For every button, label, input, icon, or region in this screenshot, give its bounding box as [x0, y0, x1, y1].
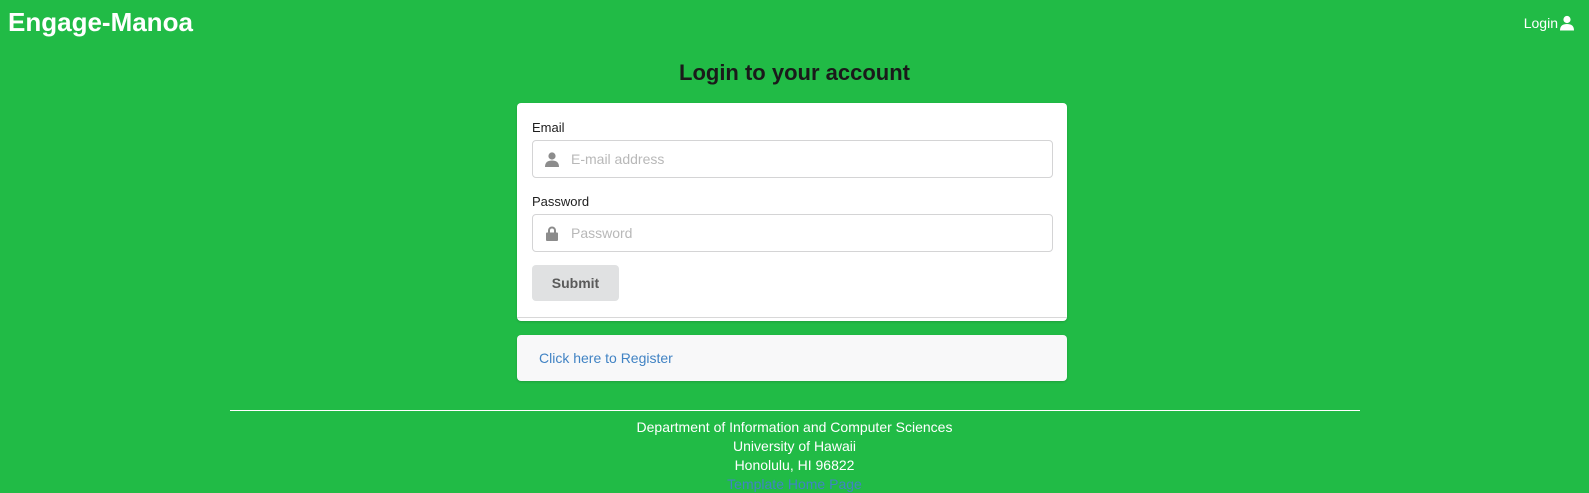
- email-input[interactable]: [571, 151, 1041, 167]
- footer-university: University of Hawaii: [733, 438, 856, 454]
- page-title: Login to your account: [679, 60, 910, 85]
- template-home-link[interactable]: Template Home Page: [0, 475, 1589, 493]
- login-form: Email Password Submit: [517, 103, 1067, 321]
- register-link[interactable]: Click here to Register: [539, 350, 673, 366]
- email-field-wrapper: [532, 140, 1053, 178]
- login-menu-item[interactable]: Login: [1524, 15, 1575, 31]
- register-message: Click here to Register: [517, 335, 1067, 381]
- user-icon: [1560, 15, 1574, 31]
- password-field-wrapper: [532, 214, 1053, 252]
- footer-divider: [230, 410, 1360, 411]
- password-input[interactable]: [571, 225, 1041, 241]
- footer-department: Department of Information and Computer S…: [636, 419, 953, 435]
- footer-address: Honolulu, HI 96822: [734, 457, 855, 473]
- brand-logo-text[interactable]: Engage-Manoa: [8, 7, 193, 38]
- footer: Department of Information and Computer S…: [0, 418, 1589, 493]
- email-label: Email: [532, 120, 565, 135]
- user-icon: [533, 151, 571, 167]
- navbar: Engage-Manoa Login: [0, 0, 1589, 48]
- lock-icon: [533, 226, 571, 241]
- login-label: Login: [1523, 15, 1558, 31]
- password-label: Password: [532, 194, 590, 209]
- submit-button[interactable]: Submit: [532, 265, 619, 301]
